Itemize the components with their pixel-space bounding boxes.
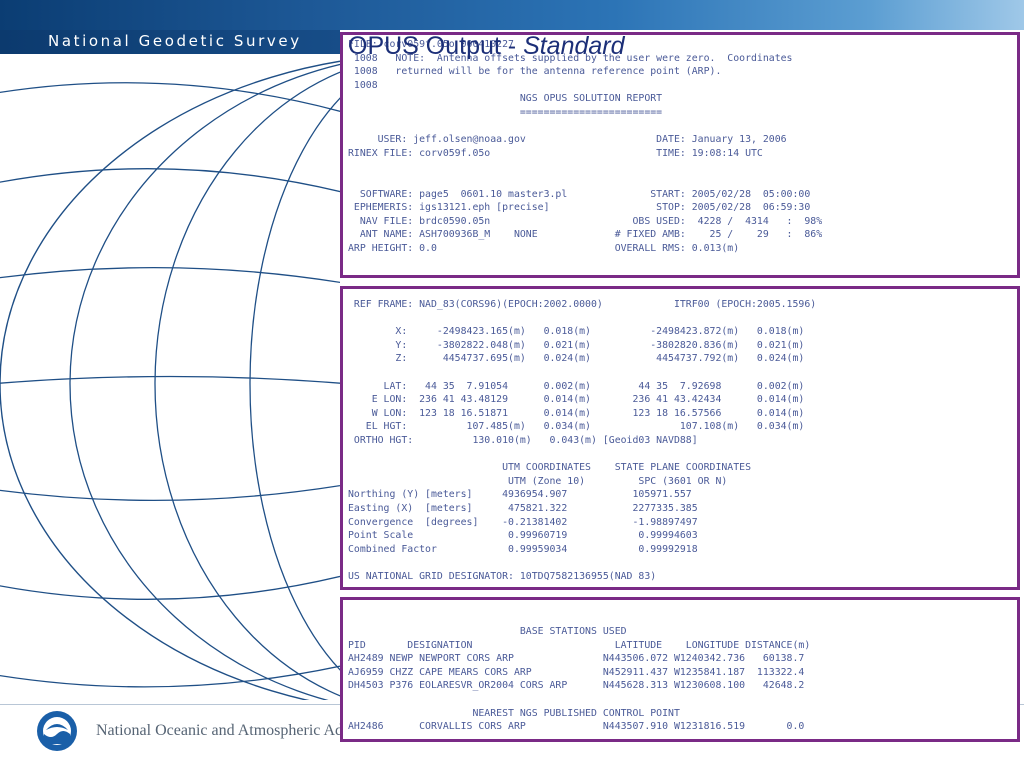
coordinates-text: REF FRAME: NAD_83(CORS96)(EPOCH:2002.000… xyxy=(348,299,817,582)
solution-report-header-text: FILE: corv059f.05o 000410227 1008 NOTE: … xyxy=(348,39,823,254)
agency-banner: National Geodetic Survey xyxy=(0,30,340,54)
coordinates-panel: REF FRAME: NAD_83(CORS96)(EPOCH:2002.000… xyxy=(340,286,1020,590)
base-stations-text: BASE STATIONS USED PID DESIGNATION LATIT… xyxy=(348,626,811,733)
agency-name: National Geodetic Survey xyxy=(48,32,302,50)
solution-report-header-panel: FILE: corv059f.05o 000410227 1008 NOTE: … xyxy=(340,32,1020,278)
slide-title-italic: Standard xyxy=(523,32,625,60)
slide-title-plain: OPUS Output - xyxy=(348,32,524,60)
noaa-name: National Oceanic and Atmospheric Adminis… xyxy=(96,722,342,739)
base-stations-panel: BASE STATIONS USED PID DESIGNATION LATIT… xyxy=(340,597,1020,742)
slide-title: OPUS Output - Standard xyxy=(348,32,625,61)
noaa-logo-icon xyxy=(37,711,77,751)
globe-graphic xyxy=(0,60,340,708)
header-gradient-bar xyxy=(0,0,1024,30)
